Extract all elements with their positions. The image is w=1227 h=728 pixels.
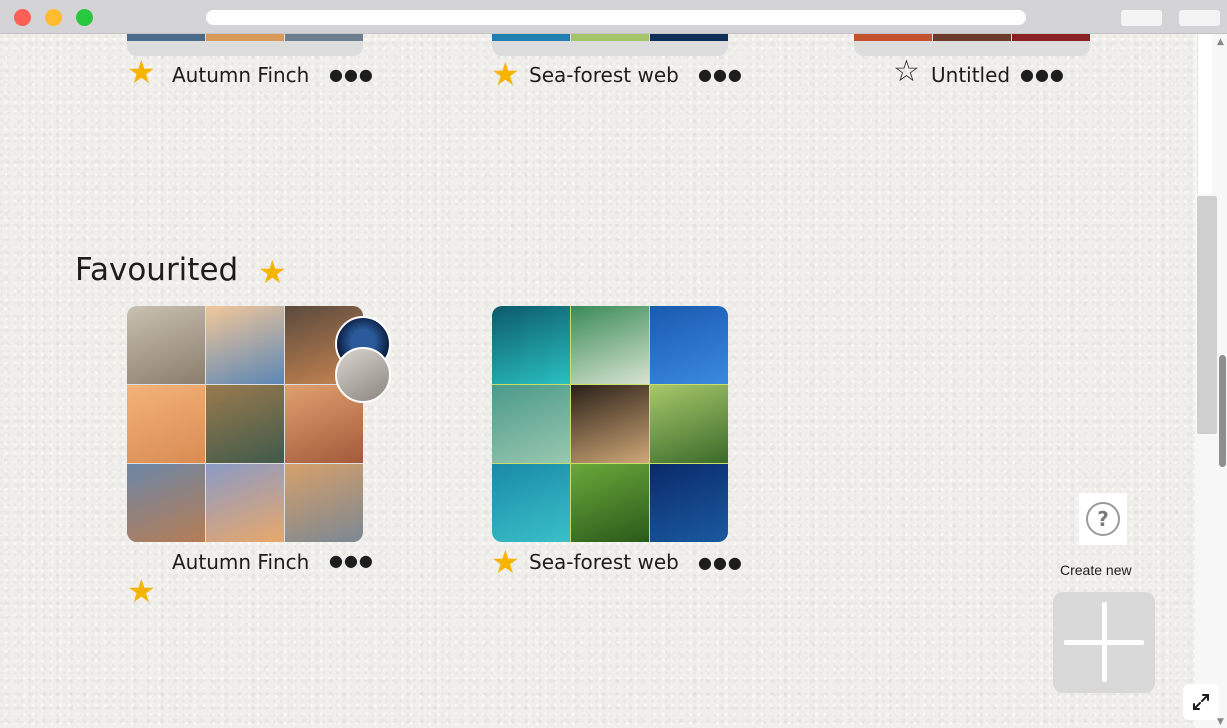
thumbnail-tile (571, 306, 649, 384)
thumbnail-tile (571, 34, 649, 41)
browser-title-bar (0, 0, 1227, 34)
star-icon: ★ (258, 253, 287, 291)
thumbnail-tile (492, 464, 570, 542)
toolbar-button[interactable] (1121, 10, 1162, 26)
scrollbar-thumb[interactable] (1219, 355, 1226, 467)
help-button[interactable]: ? (1079, 493, 1127, 545)
thumbnail-tile (206, 385, 284, 463)
more-options-icon[interactable]: ●●● (698, 553, 743, 572)
thumbnail-tile (127, 306, 205, 384)
star-icon[interactable]: ★ (127, 575, 156, 607)
board-thumbnail[interactable] (127, 34, 363, 56)
more-options-icon[interactable]: ●●● (698, 65, 743, 84)
board-thumbnail-sea-forest-web[interactable] (492, 306, 728, 542)
thumbnail-tile (650, 385, 728, 463)
board-title[interactable]: Sea-forest web (529, 550, 679, 574)
board-thumbnail[interactable] (854, 34, 1090, 56)
star-icon[interactable]: ★ (491, 58, 520, 90)
plus-icon (1102, 602, 1107, 682)
scrollbar-thumb[interactable] (1197, 196, 1217, 434)
thumbnail-tile (127, 464, 205, 542)
more-options-icon[interactable]: ●●● (329, 65, 374, 84)
zoom-window-button[interactable] (76, 9, 93, 26)
board-thumbnail-autumn-finch[interactable] (127, 306, 363, 542)
expand-icon (1193, 694, 1209, 710)
boards-page: ★ Autumn Finch ●●● ★ Sea-forest web ●●● … (0, 34, 1195, 728)
create-new-button[interactable] (1053, 592, 1155, 693)
scroll-down-icon[interactable]: ▼ (1217, 717, 1224, 727)
thumbnail-tile (571, 385, 649, 463)
toolbar-button[interactable] (1179, 10, 1220, 26)
thumbnail-tile (571, 464, 649, 542)
thumbnail-tile (206, 34, 284, 41)
question-mark-icon: ? (1086, 502, 1120, 536)
thumbnail-tile (127, 34, 205, 41)
scroll-up-icon[interactable]: ▲ (1217, 37, 1224, 47)
thumbnail-tile (650, 306, 728, 384)
thumbnail-tile (650, 34, 728, 41)
scrollbar-track[interactable] (1197, 34, 1212, 194)
star-outline-icon[interactable]: ☆ (893, 56, 920, 88)
create-new-label: Create new (1060, 562, 1132, 578)
thumbnail-tile (1012, 34, 1090, 41)
close-window-button[interactable] (14, 9, 31, 26)
thumbnail-tile (492, 306, 570, 384)
thumbnail-tile (854, 34, 932, 41)
thumbnail-tile (206, 306, 284, 384)
thumbnail-tile (492, 34, 570, 41)
section-title-favourited: Favourited (75, 252, 239, 288)
thumbnail-tile (206, 464, 284, 542)
thumbnail-tile (933, 34, 1011, 41)
board-title[interactable]: Untitled (931, 63, 1010, 87)
address-bar[interactable] (206, 10, 1026, 25)
board-title[interactable]: Sea-forest web (529, 63, 679, 87)
minimize-window-button[interactable] (45, 9, 62, 26)
expand-button[interactable] (1183, 684, 1219, 720)
star-icon[interactable]: ★ (127, 56, 156, 88)
board-thumbnail[interactable] (492, 34, 728, 56)
more-options-icon[interactable]: ●●● (1020, 65, 1065, 84)
star-icon[interactable]: ★ (491, 546, 520, 578)
board-title[interactable]: Autumn Finch (172, 550, 309, 574)
thumbnail-tile (285, 464, 363, 542)
thumbnail-tile (127, 385, 205, 463)
thumbnail-tile (492, 385, 570, 463)
board-title[interactable]: Autumn Finch (172, 63, 309, 87)
more-options-icon[interactable]: ●●● (329, 551, 374, 570)
thumbnail-tile (285, 34, 363, 41)
thumbnail-tile (650, 464, 728, 542)
collaborator-avatar[interactable] (335, 347, 391, 403)
